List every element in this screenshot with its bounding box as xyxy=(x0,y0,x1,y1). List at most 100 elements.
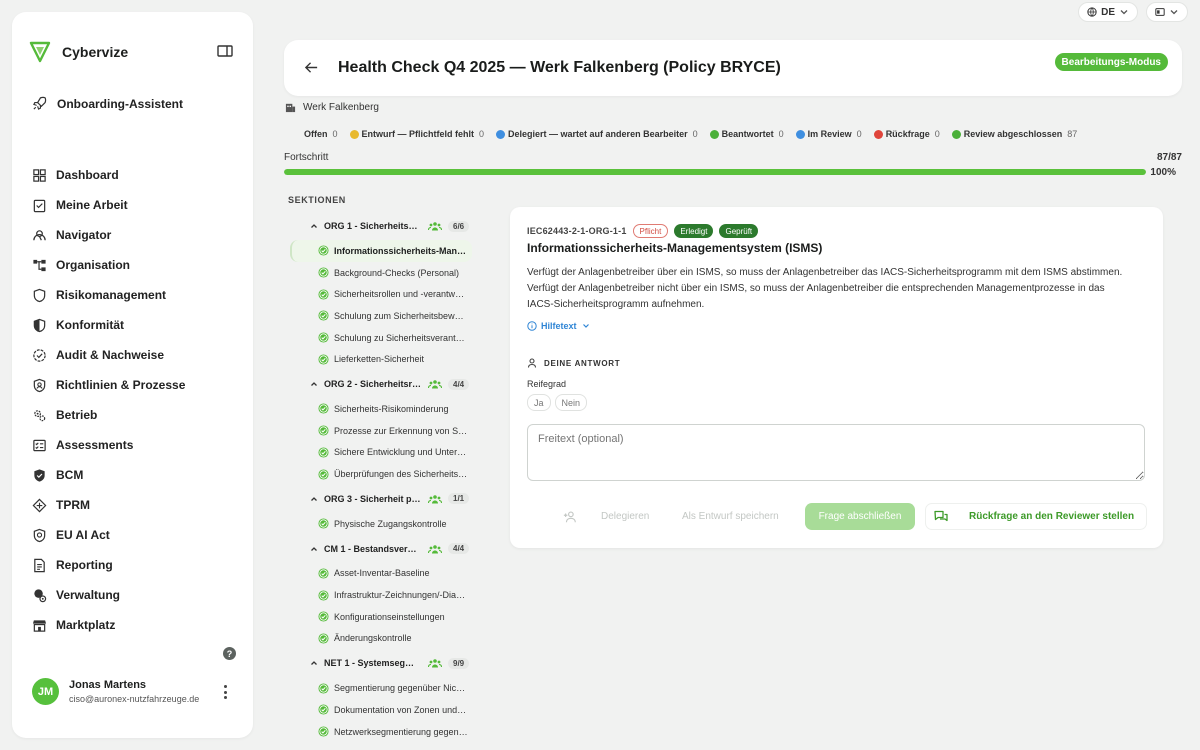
check-circle-icon xyxy=(318,267,329,278)
checked-badge: Geprüft xyxy=(719,224,759,238)
more-vertical-icon[interactable] xyxy=(223,685,227,699)
sidebar-item-audit-nachweise[interactable]: Audit & Nachweise xyxy=(32,340,185,370)
user-email: ciso@auronex-nutzfahrzeuge.de xyxy=(69,694,200,704)
sidebar-item-navigator[interactable]: Navigator xyxy=(32,220,185,250)
sidebar-item-betrieb[interactable]: Betrieb xyxy=(32,400,185,430)
status-item[interactable]: Offen 0 xyxy=(304,129,338,139)
topbar: DE xyxy=(1078,2,1188,22)
sidebar-collapse-icon[interactable] xyxy=(217,45,233,57)
question-list-item[interactable]: Sichere Entwicklung und Unterstützung xyxy=(290,442,472,464)
ask-reviewer-label: Rückfrage an den Reviewer stellen xyxy=(969,511,1135,522)
done-badge: Erledigt xyxy=(674,224,714,238)
status-item[interactable]: Im Review 0 xyxy=(795,129,862,139)
sidebar-item-tprm[interactable]: TPRM xyxy=(32,490,185,520)
section-header[interactable]: NET 1 - Systemsegmentierung 9/9 xyxy=(290,649,472,677)
question-list-label: Überprüfungen des Sicherheitsprogramms xyxy=(334,469,468,480)
sidebar-item-risikomanagement[interactable]: Risikomanagement xyxy=(32,280,185,310)
sidebar-item-richtlinien-prozesse[interactable]: Richtlinien & Prozesse xyxy=(32,370,185,400)
sidebar-item-organisation[interactable]: Organisation xyxy=(32,250,185,280)
badge-check-icon xyxy=(33,348,46,362)
sidebar-item-konformität[interactable]: Konformität xyxy=(32,310,185,340)
question-actions: Delegieren Als Entwurf speichern Frage a… xyxy=(527,503,1147,531)
sidebar-item-assessments[interactable]: Assessments xyxy=(32,430,185,460)
question-list-item[interactable]: Infrastruktur-Zeichnungen/-Diagramme xyxy=(290,584,472,606)
question-list-item[interactable]: Änderungskontrolle xyxy=(290,628,472,650)
language-switcher[interactable]: DE xyxy=(1078,2,1138,22)
sidebar-item-label: Marktplatz xyxy=(56,618,116,632)
sidebar-item-meine-arbeit[interactable]: Meine Arbeit xyxy=(32,190,185,220)
question-list-item[interactable]: Dokumentation von Zonen und Conduits xyxy=(290,699,472,721)
question-list-item[interactable]: Segmentierung gegenüber Nicht-IACS xyxy=(290,677,472,699)
checklist-icon xyxy=(33,439,46,451)
section-count: 1/1 xyxy=(448,493,470,505)
question-list-item[interactable]: Schulung zum Sicherheitsbewusstsein xyxy=(290,305,472,327)
save-draft-button[interactable]: Als Entwurf speichern xyxy=(682,503,779,530)
sidebar-item-label: Betrieb xyxy=(56,408,98,422)
sidebar-item-dashboard[interactable]: Dashboard xyxy=(32,160,185,190)
status-item[interactable]: Entwurf — Pflichtfeld fehlt 0 xyxy=(349,129,484,139)
question-list-label: Prozesse zur Erkennung von Schwachstelle… xyxy=(334,425,468,436)
question-list-item[interactable]: Konfigurationseinstellungen xyxy=(290,606,472,628)
display-switcher[interactable] xyxy=(1146,2,1188,22)
sidebar-item-eu-ai-act[interactable]: EU AI Act xyxy=(32,520,185,550)
status-item[interactable]: Delegiert — wartet auf anderen Bearbeite… xyxy=(496,129,698,139)
brand[interactable]: Cybervize xyxy=(28,40,128,64)
question-list-item[interactable]: Netzwerksegmentierung gegenüber Dritten xyxy=(290,721,472,743)
question-list-item[interactable]: Sicherheits-Risikominderung xyxy=(290,398,472,420)
help-icon[interactable]: ? xyxy=(223,647,236,660)
clipboard-check-icon xyxy=(33,199,46,212)
question-list-label: Änderungskontrolle xyxy=(334,633,412,644)
question-list-item[interactable]: Lieferketten-Sicherheit xyxy=(290,348,472,370)
section-header[interactable]: CM 1 - Bestandsverwaltung 4/4 xyxy=(290,535,472,563)
freitext-input[interactable] xyxy=(527,424,1145,481)
delegate-button[interactable]: Delegieren xyxy=(601,503,649,530)
ask-reviewer-button[interactable]: Rückfrage an den Reviewer stellen xyxy=(925,503,1147,530)
question-list-item[interactable]: Prozesse zur Erkennung von Schwachstelle… xyxy=(290,420,472,442)
back-arrow-icon[interactable] xyxy=(304,60,319,75)
status-label: Rückfrage xyxy=(885,129,930,139)
sidebar-item-label: Audit & Nachweise xyxy=(56,348,165,362)
page-header: Health Check Q4 2025 — Werk Falkenberg (… xyxy=(284,40,1182,96)
users-icon xyxy=(428,659,442,668)
help-text-toggle[interactable]: Hilfetext xyxy=(527,321,591,331)
question-list-item[interactable]: Überprüfungen des Sicherheitsprogramms xyxy=(290,463,472,485)
check-circle-icon xyxy=(318,726,329,737)
shield-check-icon xyxy=(34,468,45,482)
check-circle-icon xyxy=(318,447,329,458)
chat-icon xyxy=(934,510,948,521)
status-item[interactable]: Rückfrage 0 xyxy=(873,129,940,139)
grid-icon xyxy=(33,168,46,182)
question-list-item[interactable]: Background-Checks (Personal) xyxy=(290,262,472,284)
handshake-icon xyxy=(32,498,47,512)
building-icon xyxy=(285,103,296,113)
add-user-icon[interactable] xyxy=(563,503,579,530)
section-header[interactable]: ORG 3 - Sicherheit physisch 1/1 xyxy=(290,485,472,513)
status-item[interactable]: Beantwortet 0 xyxy=(709,129,784,139)
question-list-item[interactable]: Schulung zu Sicherheitsverantwortlichkei… xyxy=(290,327,472,349)
choice-yes[interactable]: Ja xyxy=(527,394,551,411)
user-profile[interactable]: JM Jonas Martens ciso@auronex-nutzfahrze… xyxy=(32,678,199,705)
finish-question-button[interactable]: Frage abschließen xyxy=(805,503,915,530)
section-header[interactable]: ORG 2 - Sicherheitsrisiken 4/4 xyxy=(290,370,472,398)
question-list-label: Sicherheitsrollen und -verantwortlichkei… xyxy=(334,289,468,300)
status-dot-icon xyxy=(709,129,719,139)
sidebar-item-verwaltung[interactable]: Verwaltung xyxy=(32,580,185,610)
question-list-item[interactable]: Asset-Inventar-Baseline xyxy=(290,563,472,585)
check-circle-icon xyxy=(318,468,329,480)
choice-no[interactable]: Nein xyxy=(554,394,588,411)
onboarding-assistant-link[interactable]: Onboarding-Assistent xyxy=(32,96,183,111)
check-circle-icon xyxy=(318,289,329,300)
question-list-item[interactable]: Physische Zugangskontrolle xyxy=(290,513,472,535)
edit-mode-badge[interactable]: Bearbeitungs-Modus xyxy=(1054,53,1168,71)
sidebar-item-marktplatz[interactable]: Marktplatz xyxy=(32,610,185,640)
question-list-label: Infrastruktur-Zeichnungen/-Diagramme xyxy=(334,590,468,601)
question-text: Verfügt der Anlagenbetreiber über ein IS… xyxy=(527,267,1123,310)
status-item[interactable]: Review abgeschlossen 87 xyxy=(951,129,1077,139)
sidebar-item-reporting[interactable]: Reporting xyxy=(32,550,185,580)
sidebar-item-bcm[interactable]: BCM xyxy=(32,460,185,490)
check-circle-icon xyxy=(318,568,329,579)
question-list-item[interactable]: Sicherheitsrollen und -verantwortlichkei… xyxy=(290,283,472,305)
breadcrumb[interactable]: Werk Falkenberg xyxy=(285,102,379,113)
question-list-item[interactable]: Informationssicherheits-Managementsystem… xyxy=(290,240,472,262)
section-header[interactable]: ORG 1 - Sicherheitsbewusstsein 6/6 xyxy=(290,212,472,240)
